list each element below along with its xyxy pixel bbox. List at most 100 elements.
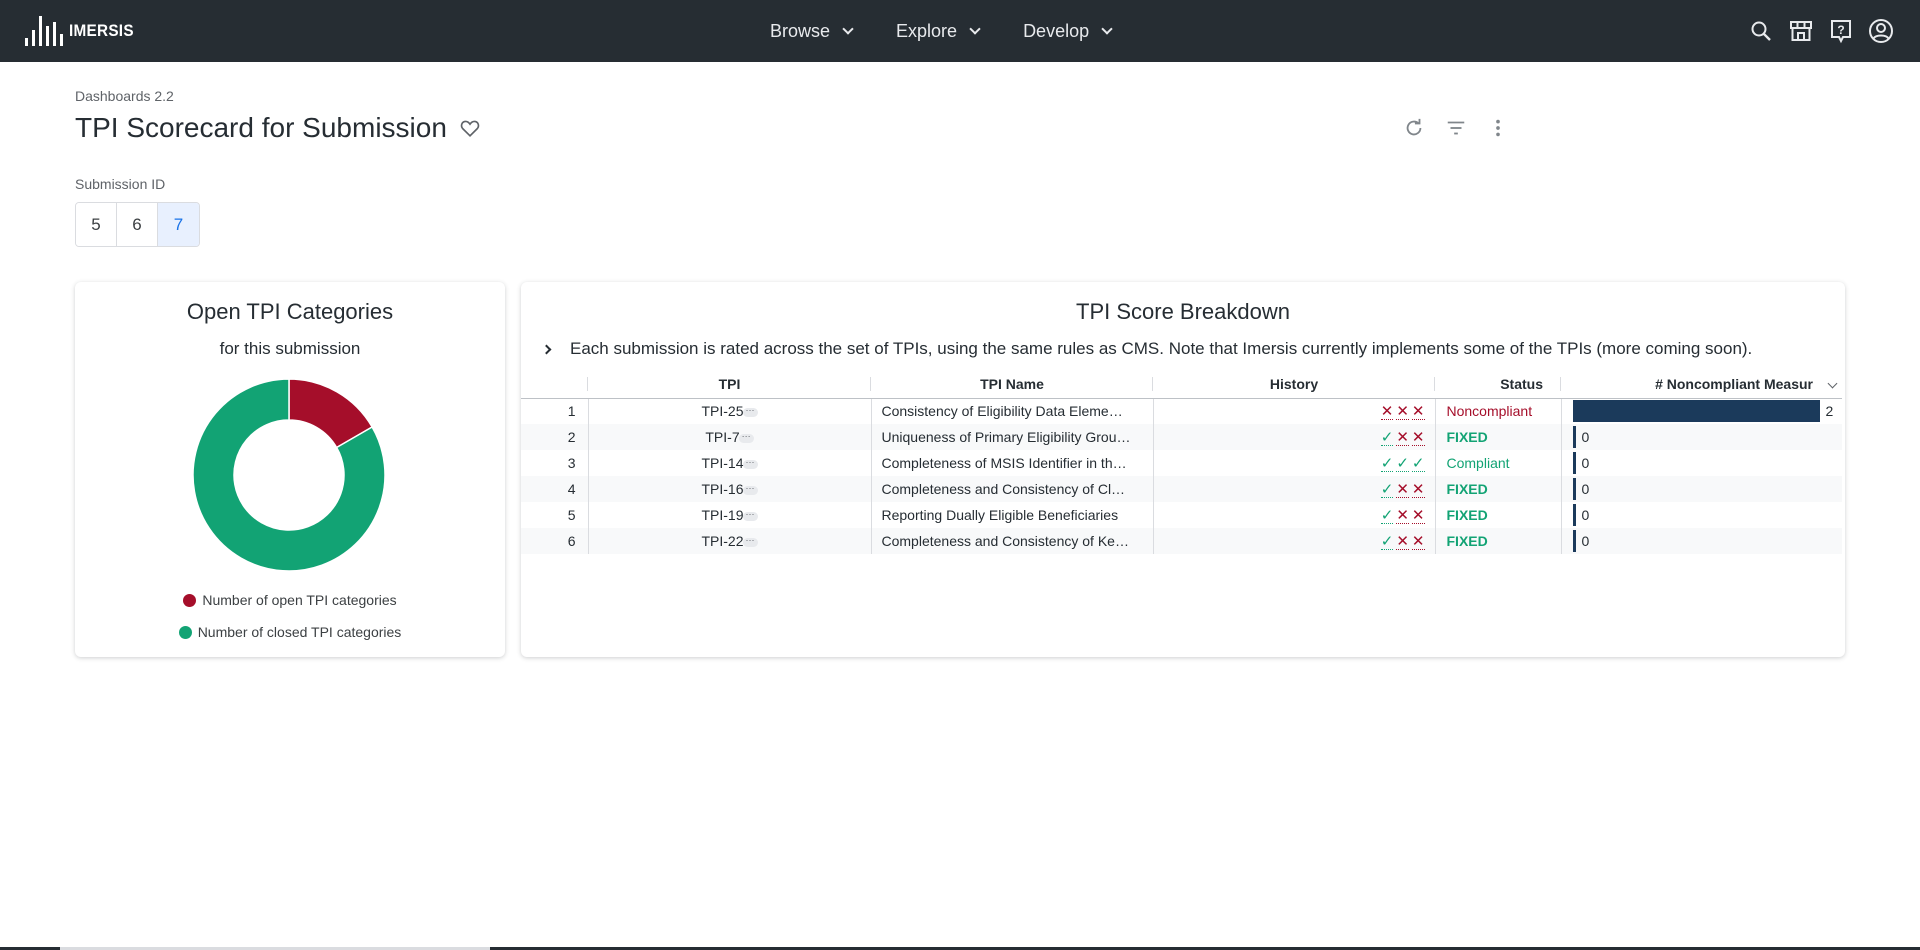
legend-item-open[interactable]: Number of open TPI categories xyxy=(75,592,505,608)
noncompliant-count: 0 xyxy=(1581,481,1590,497)
fail-mark-icon[interactable]: ✕ xyxy=(1396,482,1409,498)
pass-mark-icon[interactable]: ✓ xyxy=(1380,456,1394,472)
fail-mark-icon[interactable]: ✕ xyxy=(1411,508,1425,524)
tpi-name-cell[interactable]: Consistency of Eligibility Data Eleme… xyxy=(870,398,1153,424)
legend-item-closed[interactable]: Number of closed TPI categories xyxy=(75,624,505,640)
fail-mark-icon[interactable]: ✕ xyxy=(1411,404,1425,420)
tpi-id[interactable]: TPI-7 xyxy=(705,429,739,445)
history-cell: ✕ ✕ ✕ xyxy=(1152,398,1435,424)
table-row[interactable]: 2 TPI-7 ··· Uniqueness of Primary Eligibili… xyxy=(521,424,1842,450)
col-history[interactable]: History xyxy=(1153,371,1435,399)
pass-mark-icon[interactable]: ✓ xyxy=(1380,508,1394,524)
noncompliant-bar-cell[interactable]: 0 xyxy=(1560,528,1843,554)
history-cell: ✓ ✕ ✕ xyxy=(1152,476,1435,502)
nav-develop[interactable]: Develop xyxy=(1023,21,1113,42)
table-row[interactable]: 4 TPI-16 ··· Completeness and Consistency o… xyxy=(521,476,1842,502)
status-cell[interactable]: Noncompliant xyxy=(1434,398,1561,424)
noncompliant-bar xyxy=(1572,504,1576,526)
status-cell[interactable]: Compliant xyxy=(1434,450,1561,476)
tpi-name-cell[interactable]: Uniqueness of Primary Eligibility Grou… xyxy=(870,424,1153,450)
tpi-id[interactable]: TPI-16 xyxy=(701,481,743,497)
submission-option-5[interactable]: 5 xyxy=(76,203,117,246)
submission-option-6[interactable]: 6 xyxy=(117,203,158,246)
more-options-pill[interactable]: ··· xyxy=(742,509,758,521)
noncompliant-count: 0 xyxy=(1581,533,1590,549)
chevron-down-icon xyxy=(842,22,854,35)
sort-desc-icon[interactable] xyxy=(1827,378,1838,389)
more-vert-icon[interactable] xyxy=(1486,116,1510,140)
tpi-cell[interactable]: TPI-14 ··· xyxy=(587,450,871,476)
col-tpi[interactable]: TPI xyxy=(588,371,871,399)
pass-mark-icon[interactable]: ✓ xyxy=(1380,534,1394,550)
tpi-cell[interactable]: TPI-22 ··· xyxy=(587,528,871,554)
pass-mark-icon[interactable]: ✓ xyxy=(1396,456,1409,472)
col-tpi-name[interactable]: TPI Name xyxy=(871,371,1153,399)
submission-option-7[interactable]: 7 xyxy=(158,203,199,246)
donut-card-title: Open TPI Categories xyxy=(186,299,394,324)
fail-mark-icon[interactable]: ✕ xyxy=(1396,404,1409,420)
table-row[interactable]: 6 TPI-22 ··· Completeness and Consistency o… xyxy=(521,528,1842,554)
tpi-id[interactable]: TPI-14 xyxy=(701,455,743,471)
table-row[interactable]: 5 TPI-19 ··· Reporting Dually Eligible Bene… xyxy=(521,502,1842,528)
pass-mark-icon[interactable]: ✓ xyxy=(1380,482,1394,498)
fail-mark-icon[interactable]: ✕ xyxy=(1396,508,1409,524)
account-icon[interactable] xyxy=(1868,18,1894,44)
noncompliant-bar-cell[interactable]: 2 xyxy=(1560,398,1842,424)
tpi-id[interactable]: TPI-25 xyxy=(701,403,743,419)
donut-chart[interactable] xyxy=(191,377,387,573)
more-options-pill[interactable]: ··· xyxy=(742,406,758,418)
status-cell[interactable]: FIXED xyxy=(1434,476,1561,502)
col-noncompliant-label: # Noncompliant Measur xyxy=(1655,376,1813,393)
more-options-pill[interactable]: ··· xyxy=(742,535,758,547)
tpi-cell[interactable]: TPI-19 ··· xyxy=(587,502,871,528)
tpi-name-cell[interactable]: Completeness and Consistency of Ke… xyxy=(870,528,1153,554)
favorite-heart-icon[interactable] xyxy=(459,117,481,139)
fail-mark-icon[interactable]: ✕ xyxy=(1380,404,1394,420)
breakdown-note[interactable]: Each submission is rated across the set … xyxy=(541,339,1752,359)
fail-mark-icon[interactable]: ✕ xyxy=(1396,534,1409,550)
tpi-cell[interactable]: TPI-16 ··· xyxy=(587,476,871,502)
more-options-pill[interactable]: ··· xyxy=(742,457,758,469)
noncompliant-bar-cell[interactable]: 0 xyxy=(1560,450,1842,476)
marketplace-icon[interactable] xyxy=(1788,18,1814,44)
nav-explore[interactable]: Explore xyxy=(896,21,981,42)
status-cell[interactable]: FIXED xyxy=(1434,528,1561,554)
noncompliant-bar-cell[interactable]: 0 xyxy=(1560,424,1842,450)
legend-closed-label: Number of closed TPI categories xyxy=(197,624,402,640)
fail-mark-icon[interactable]: ✕ xyxy=(1411,534,1425,550)
status-cell[interactable]: FIXED xyxy=(1434,502,1561,528)
pass-mark-icon[interactable]: ✓ xyxy=(1411,456,1425,472)
tpi-name-cell[interactable]: Completeness and Consistency of Cl… xyxy=(870,476,1153,502)
tpi-id[interactable]: TPI-19 xyxy=(701,507,743,523)
col-status[interactable]: Status xyxy=(1435,371,1561,399)
noncompliant-bar-cell[interactable]: 0 xyxy=(1560,502,1843,528)
help-icon[interactable]: ? xyxy=(1828,18,1854,44)
tpi-name-cell[interactable]: Reporting Dually Eligible Beneficiaries xyxy=(870,502,1153,528)
breadcrumb[interactable]: Dashboards 2.2 xyxy=(75,88,174,104)
imersis-logo[interactable]: IMERSIS xyxy=(25,12,141,50)
bar-wrap: 0 xyxy=(1572,504,1843,526)
donut-card-subtitle: for this submission xyxy=(219,339,361,358)
tpi-cell[interactable]: TPI-25 ··· xyxy=(587,398,871,424)
table-row[interactable]: 1 TPI-25 ··· Consistency of Eligibility Dat… xyxy=(521,398,1842,424)
filter-icon[interactable] xyxy=(1444,116,1468,140)
status-cell[interactable]: FIXED xyxy=(1434,424,1561,450)
refresh-icon[interactable] xyxy=(1402,116,1426,140)
table-row[interactable]: 3 TPI-14 ··· Completeness of MSIS Identifie… xyxy=(521,450,1842,476)
tpi-id[interactable]: TPI-22 xyxy=(701,533,743,549)
bar-wrap: 0 xyxy=(1572,530,1843,552)
more-options-pill[interactable]: ··· xyxy=(738,431,754,443)
tpi-name-cell[interactable]: Completeness of MSIS Identifier in th… xyxy=(870,450,1153,476)
noncompliant-bar-cell[interactable]: 0 xyxy=(1560,476,1842,502)
fail-mark-icon[interactable]: ✕ xyxy=(1396,430,1409,446)
pass-mark-icon[interactable]: ✓ xyxy=(1380,430,1394,446)
tpi-cell[interactable]: TPI-7 ··· xyxy=(587,424,871,450)
more-options-pill[interactable]: ··· xyxy=(742,483,758,495)
fail-mark-icon[interactable]: ✕ xyxy=(1411,430,1425,446)
nav-browse[interactable]: Browse xyxy=(770,21,854,42)
top-icon-group: ? xyxy=(1748,0,1894,62)
col-tpi-label: TPI xyxy=(718,376,741,393)
col-noncompliant[interactable]: # Noncompliant Measur xyxy=(1561,371,1842,399)
search-icon[interactable] xyxy=(1748,18,1774,44)
fail-mark-icon[interactable]: ✕ xyxy=(1411,482,1425,498)
